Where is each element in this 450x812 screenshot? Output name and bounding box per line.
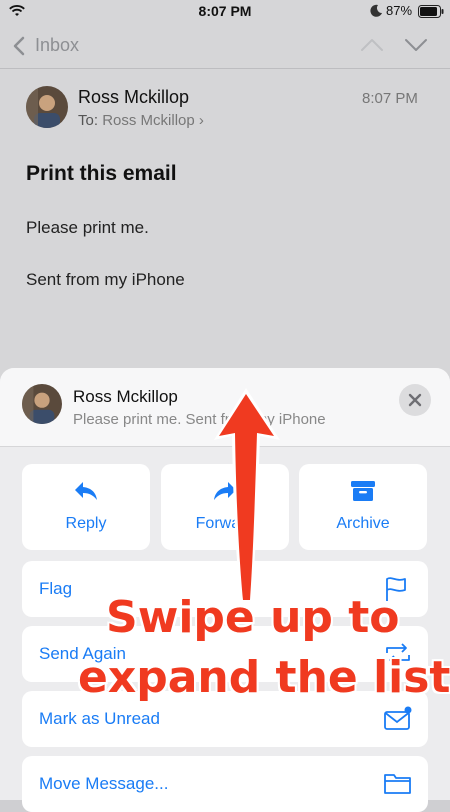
annotation-text-line: Swipe up to bbox=[106, 592, 400, 643]
annotation-text-line: expand the list bbox=[78, 652, 450, 703]
